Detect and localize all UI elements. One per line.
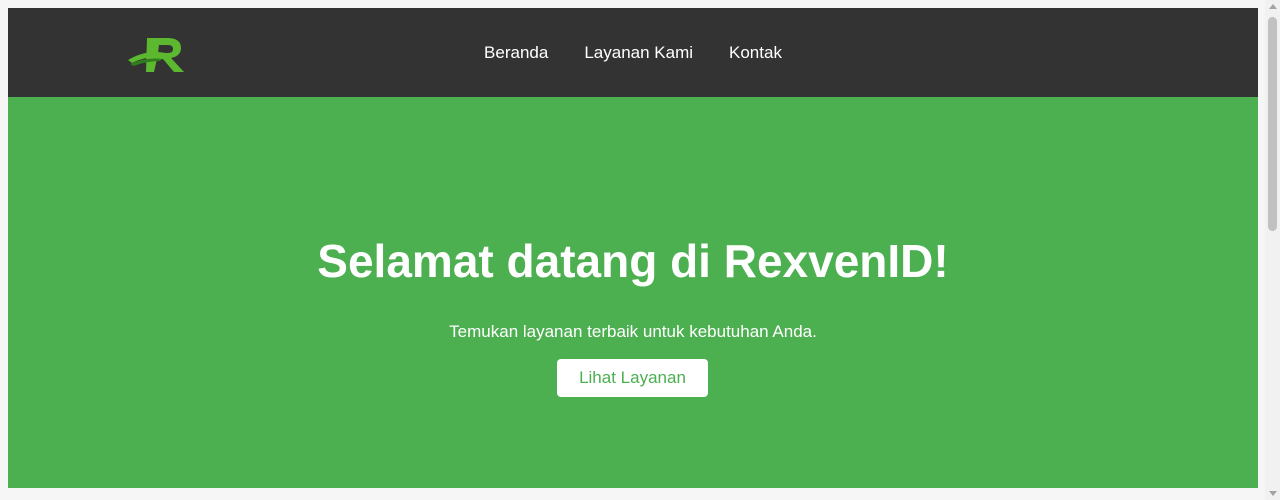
scrollbar-thumb[interactable]	[1268, 17, 1277, 231]
browser-viewport: Beranda Layanan Kami Kontak Selamat data…	[0, 0, 1280, 500]
nav-link-layanan-kami[interactable]: Layanan Kami	[566, 8, 711, 97]
nav-menu: Beranda Layanan Kami Kontak	[8, 8, 1258, 97]
nav-link-beranda[interactable]: Beranda	[466, 8, 566, 97]
scroll-down-arrow-icon[interactable]	[1269, 491, 1277, 496]
view-services-button[interactable]: Lihat Layanan	[557, 359, 708, 397]
hero-section: Selamat datang di RexvenID! Temukan laya…	[8, 97, 1258, 488]
hero-title: Selamat datang di RexvenID!	[317, 235, 949, 287]
page: Beranda Layanan Kami Kontak Selamat data…	[8, 8, 1258, 488]
hero-subtitle: Temukan layanan terbaik untuk kebutuhan …	[449, 322, 817, 341]
scroll-up-arrow-icon[interactable]	[1269, 4, 1277, 9]
vertical-scrollbar[interactable]	[1265, 0, 1280, 500]
navbar: Beranda Layanan Kami Kontak	[8, 8, 1258, 97]
nav-link-kontak[interactable]: Kontak	[711, 8, 800, 97]
